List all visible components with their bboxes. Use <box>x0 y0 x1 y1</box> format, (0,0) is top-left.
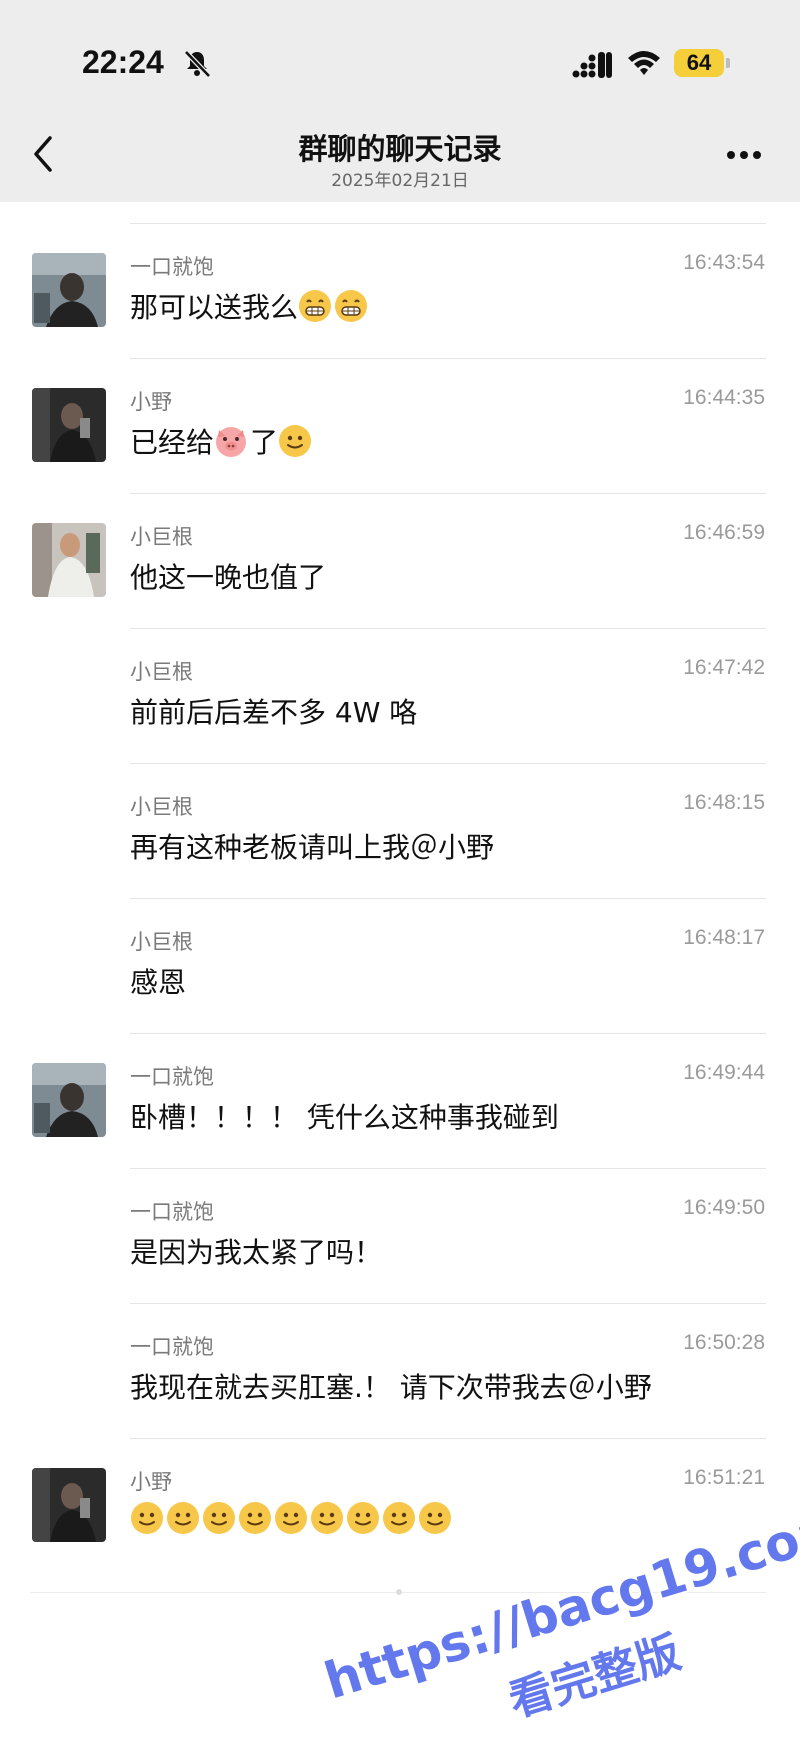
sender-name: 小巨根 <box>130 795 193 819</box>
sender-name: 小巨根 <box>130 525 193 549</box>
avatar[interactable] <box>32 388 106 462</box>
message-text-content: 卧槽！！！！ 凭什么这种事我碰到 <box>130 1101 559 1134</box>
message-text: 是因为我太紧了吗！ <box>130 1231 382 1271</box>
message-time: 16:43:54 <box>683 251 765 274</box>
message-divider <box>130 358 766 359</box>
message-row[interactable]: 小巨根 16:47:42 前前后后差不多 4W 咯 <box>0 628 800 762</box>
message-row[interactable]: 小巨根 16:48:15 再有这种老板请叫上我＠小野 <box>0 763 800 897</box>
sender-name: 小野 <box>130 390 172 414</box>
message-time: 16:47:42 <box>683 656 765 679</box>
message-text: 已经给 了 <box>130 421 314 461</box>
grin-icon <box>298 289 332 323</box>
page-title: 群聊的聊天记录 <box>298 132 502 166</box>
smile-icon <box>274 1501 308 1535</box>
smile-icon <box>382 1501 416 1535</box>
message-divider <box>130 898 766 899</box>
message-divider <box>130 763 766 764</box>
message-divider <box>130 1303 766 1304</box>
message-text-content: 感恩 <box>130 966 187 999</box>
sender-name: 一口就饱 <box>130 255 214 279</box>
status-time: 22:24 <box>82 44 164 80</box>
bell-muted-icon <box>184 50 211 78</box>
message-text-content: 再有这种老板请叫上我＠小野 <box>130 831 495 864</box>
message-divider <box>130 223 766 224</box>
message-text: 感恩 <box>130 961 186 1001</box>
smile-icon <box>166 1501 200 1535</box>
avatar[interactable] <box>32 253 106 327</box>
message-row[interactable]: 小巨根 16:48:17 感恩 <box>0 898 800 1032</box>
message-text-content: 前前后后差不多 4W 咯 <box>130 696 418 729</box>
message-row[interactable]: 一口就饱 16:49:50 是因为我太紧了吗！ <box>0 1168 800 1302</box>
message-text-content: 那可以送我么 <box>130 291 299 324</box>
smile-icon <box>130 1501 164 1535</box>
message-time: 16:50:28 <box>683 1331 765 1354</box>
page-indicator-dot <box>396 1589 402 1595</box>
message-time: 16:49:50 <box>683 1196 765 1219</box>
message-text-content: 已经给 <box>130 426 215 459</box>
message-text-content: 他这一晚也值了 <box>130 561 327 594</box>
top-bar: 22:24 64 群聊的聊天记录 2025年02月21日 <box>0 0 800 202</box>
message-time: 16:51:21 <box>683 1466 765 1489</box>
message-text-content: 了 <box>250 426 279 459</box>
grin-icon <box>334 289 368 323</box>
avatar[interactable] <box>32 1063 106 1137</box>
message-row[interactable]: 一口就饱 16:49:44 卧槽！！！！ 凭什么这种事我碰到 <box>0 1033 800 1167</box>
avatar[interactable] <box>32 523 106 597</box>
cellular-signal-icon <box>572 52 612 78</box>
battery-indicator: 64 <box>674 49 724 77</box>
message-time: 16:49:44 <box>683 1061 765 1084</box>
battery-nub <box>726 58 730 68</box>
smile-icon <box>202 1501 236 1535</box>
sender-name: 小巨根 <box>130 930 193 954</box>
message-text: 那可以送我么 <box>130 286 370 326</box>
message-time: 16:44:35 <box>683 386 765 409</box>
sender-name: 一口就饱 <box>130 1200 214 1224</box>
wifi-icon <box>628 51 660 75</box>
message-divider <box>130 493 766 494</box>
message-row[interactable]: 小野 16:44:35 已经给 了 <box>0 358 800 492</box>
more-options-icon[interactable] <box>726 150 762 160</box>
smile-icon <box>346 1501 380 1535</box>
message-text: 前前后后差不多 4W 咯 <box>130 691 417 731</box>
message-row[interactable]: 小巨根 16:46:59 他这一晚也值了 <box>0 493 800 627</box>
message-text: 再有这种老板请叫上我＠小野 <box>130 826 494 866</box>
pig-icon <box>214 424 248 458</box>
message-text-content: 是因为我太紧了吗！ <box>130 1236 383 1269</box>
smile-icon <box>418 1501 452 1535</box>
message-time: 16:48:15 <box>683 791 765 814</box>
page-date: 2025年02月21日 <box>331 171 469 191</box>
message-text-content: 我现在就去买肛塞.！ 请下次带我去＠小野 <box>130 1371 652 1404</box>
message-text: 卧槽！！！！ 凭什么这种事我碰到 <box>130 1096 559 1136</box>
smile-icon <box>238 1501 272 1535</box>
message-time: 16:46:59 <box>683 521 765 544</box>
message-text <box>130 1501 454 1536</box>
message-divider <box>130 628 766 629</box>
message-divider <box>130 1438 766 1439</box>
message-time: 16:48:17 <box>683 926 765 949</box>
sender-name: 小巨根 <box>130 660 193 684</box>
message-text: 我现在就去买肛塞.！ 请下次带我去＠小野 <box>130 1366 652 1406</box>
smile-icon <box>310 1501 344 1535</box>
message-divider <box>130 1168 766 1169</box>
sender-name: 一口就饱 <box>130 1065 214 1089</box>
sender-name: 小野 <box>130 1470 172 1494</box>
sender-name: 一口就饱 <box>130 1335 214 1359</box>
message-text: 他这一晚也值了 <box>130 556 326 596</box>
avatar[interactable] <box>32 1468 106 1542</box>
message-row[interactable]: 一口就饱 16:43:54 那可以送我么 <box>0 223 800 357</box>
message-divider <box>130 1033 766 1034</box>
message-row[interactable]: 一口就饱 16:50:28 我现在就去买肛塞.！ 请下次带我去＠小野 <box>0 1303 800 1437</box>
smile-icon <box>278 424 312 458</box>
